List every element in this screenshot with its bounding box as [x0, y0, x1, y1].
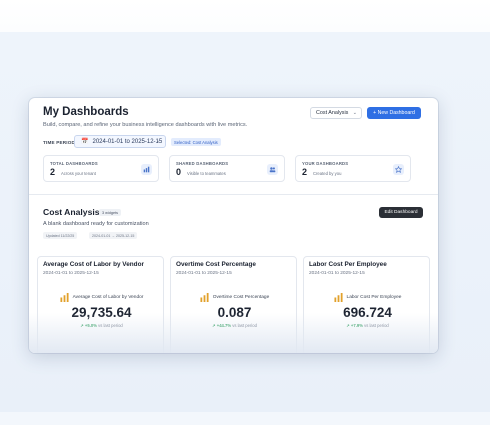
stat-sub: Visible to teammates	[187, 171, 226, 176]
widget-change: ↗ +5.0% vs last period	[38, 323, 165, 328]
range-tag: 2024-01-01 → 2025-12-15	[89, 232, 138, 239]
chart-icon	[141, 164, 152, 175]
widget-count-badge: 3 widgets	[99, 209, 122, 216]
time-period-picker[interactable]: 📅 2024-01-01 to 2025-12-15 ⌄	[74, 135, 166, 148]
widget-change: ↗ +44.7% vs last period	[171, 323, 298, 328]
stat-value: 2	[302, 167, 308, 177]
bar-chart-icon	[333, 293, 343, 302]
widget-change-note: vs last period	[98, 323, 123, 328]
calendar-icon: 📅	[81, 139, 89, 145]
widget-range: 2024-01-01 to 2025-12-15	[309, 271, 365, 276]
time-period-label: TIME PERIOD	[43, 140, 76, 145]
widget-metric-label: Labor Cost Per Employee	[346, 295, 402, 300]
widget-metric-label: Overtime Cost Percentage	[212, 295, 270, 300]
page-subtitle: Build, compare, and refine your business…	[43, 122, 248, 128]
widget-metric: Labor Cost Per Employee	[304, 293, 431, 302]
widget-card[interactable]: Overtime Cost Percentage 2024-01-01 to 2…	[170, 256, 297, 353]
widget-value: 29,735.64	[71, 305, 132, 320]
section-description: A blank dashboard ready for customizatio…	[43, 221, 149, 227]
stat-sub: Created by you	[313, 171, 342, 176]
users-icon	[267, 164, 278, 175]
section-divider	[29, 194, 438, 195]
section-title: Cost Analysis	[43, 207, 100, 217]
widget-metric: Average Cost of Labor by Vendor	[38, 293, 165, 302]
time-period-range: 2024-01-01 to 2025-12-15	[92, 138, 163, 145]
widget-change-pct: +44.7%	[216, 323, 232, 328]
bar-chart-icon	[200, 293, 209, 302]
stat-label: SHARED DASHBOARDS	[176, 161, 229, 166]
widget-change: ↗ +7.9% vs last period	[304, 323, 431, 328]
widget-value: 696.724	[343, 305, 392, 320]
dashboard-select-value: Cost Analysis	[316, 110, 349, 116]
widget-title: Labor Cost Per Employee	[309, 261, 387, 268]
widget-value: 0.087	[217, 305, 252, 320]
widget-card[interactable]: Average Cost of Labor by Vendor 2024-01-…	[37, 256, 164, 353]
new-dashboard-button[interactable]: + New Dashboard	[367, 107, 421, 119]
trend-up-icon: ↗	[212, 323, 216, 328]
widget-title: Average Cost of Labor by Vendor	[43, 261, 144, 268]
updated-tag: Updated 11/22/25	[43, 232, 78, 239]
stat-card-total: TOTAL DASHBOARDS 2 Across your tenant	[43, 155, 159, 182]
widget-metric: Overtime Cost Percentage	[171, 293, 298, 302]
widget-change-note: vs last period	[232, 323, 257, 328]
chevron-down-icon: ⌄	[155, 138, 160, 144]
stat-card-yours: YOUR DASHBOARDS 2 Created by you	[295, 155, 411, 182]
dashboard-window: My Dashboards Build, compare, and refine…	[29, 98, 438, 353]
widget-change-pct: +5.0%	[84, 323, 97, 328]
stat-label: YOUR DASHBOARDS	[302, 161, 349, 166]
bar-chart-icon	[60, 293, 69, 302]
edit-dashboard-button[interactable]: Edit Dashboard	[379, 207, 423, 218]
stat-card-shared: SHARED DASHBOARDS 0 Visible to teammates	[169, 155, 285, 182]
stat-sub: Across your tenant	[61, 171, 96, 176]
page-title: My Dashboards	[43, 106, 129, 118]
star-icon	[393, 164, 404, 175]
widget-metric-label: Average Cost of Labor by Vendor	[72, 295, 144, 300]
widget-change-note: vs last period	[364, 323, 389, 328]
stat-label: TOTAL DASHBOARDS	[50, 161, 98, 166]
widget-range: 2024-01-01 to 2025-12-15	[176, 271, 232, 276]
stat-value: 0	[176, 167, 182, 177]
trend-up-icon: ↗	[80, 323, 84, 328]
chevron-down-icon: ⌄	[352, 110, 357, 116]
widget-range: 2024-01-01 to 2025-12-15	[43, 271, 99, 276]
trend-up-icon: ↗	[346, 323, 350, 328]
stat-value: 2	[50, 167, 56, 177]
dashboard-select[interactable]: Cost Analysis ⌄	[310, 107, 362, 119]
selected-dashboard-badge: Selected: Cost Analysis	[171, 138, 221, 146]
widget-title: Overtime Cost Percentage	[176, 261, 256, 268]
widget-change-pct: +7.9%	[350, 323, 363, 328]
widget-card[interactable]: Labor Cost Per Employee 2024-01-01 to 20…	[303, 256, 430, 353]
